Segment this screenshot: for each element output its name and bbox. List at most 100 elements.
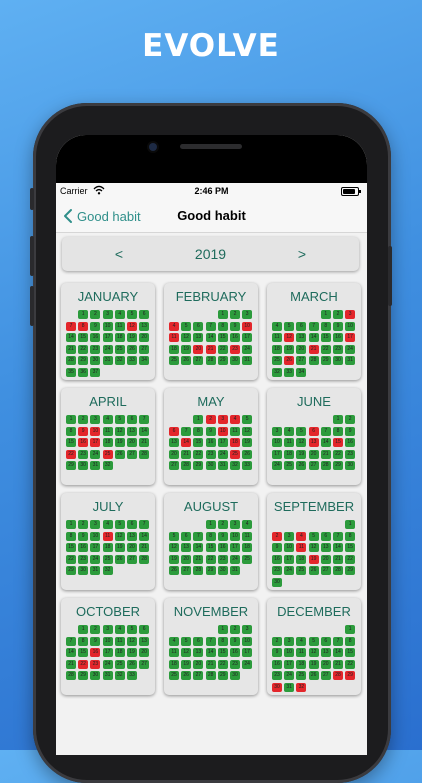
day-cell[interactable]: 7: [333, 636, 343, 646]
day-cell[interactable]: 32: [102, 461, 113, 470]
day-cell[interactable]: 10: [90, 531, 101, 541]
day-cell[interactable]: 15: [345, 648, 356, 657]
day-cell[interactable]: 15: [320, 333, 331, 342]
day-cell[interactable]: 21: [308, 344, 319, 354]
day-cell[interactable]: 4: [102, 520, 113, 529]
day-cell[interactable]: 18: [169, 344, 179, 354]
day-cell[interactable]: 35: [66, 367, 76, 377]
day-cell[interactable]: 16: [78, 543, 89, 552]
day-cell[interactable]: 23: [90, 344, 101, 354]
day-cell[interactable]: 3: [284, 531, 295, 541]
day-cell[interactable]: 24: [284, 566, 295, 575]
day-cell[interactable]: 5: [169, 531, 179, 541]
day-cell[interactable]: 9: [272, 648, 282, 657]
day-cell[interactable]: 7: [139, 415, 150, 424]
day-cell[interactable]: 4: [296, 531, 307, 541]
day-cell[interactable]: 5: [296, 426, 307, 436]
day-cell[interactable]: 25: [114, 659, 125, 669]
day-cell[interactable]: 23: [230, 659, 240, 669]
day-cell[interactable]: 15: [78, 333, 89, 342]
day-cell[interactable]: 14: [333, 543, 343, 552]
day-cell[interactable]: 27: [139, 659, 150, 669]
day-cell[interactable]: 1: [66, 415, 76, 424]
day-cell[interactable]: 25: [230, 449, 240, 459]
day-cell[interactable]: 33: [127, 671, 137, 680]
day-cell[interactable]: 23: [78, 449, 89, 459]
day-cell[interactable]: 15: [78, 648, 89, 657]
day-cell[interactable]: 2: [78, 520, 89, 529]
day-cell[interactable]: 29: [193, 461, 204, 470]
day-cell[interactable]: 17: [102, 333, 113, 342]
month-card-february[interactable]: FEBRUARY 1 2 3 4 5 6 7 8 9 10 11 12 13 14 15 16 17 18 19 20 2…: [164, 283, 258, 380]
day-cell[interactable]: 29: [66, 461, 76, 470]
day-cell[interactable]: 20: [139, 333, 150, 342]
day-cell[interactable]: 13: [193, 648, 204, 657]
day-cell[interactable]: 26: [242, 449, 253, 459]
day-cell[interactable]: 18: [102, 438, 113, 447]
day-cell[interactable]: 16: [78, 438, 89, 447]
day-cell[interactable]: 16: [90, 333, 101, 342]
day-cell[interactable]: 22: [193, 449, 204, 459]
day-cell[interactable]: 1: [66, 520, 76, 529]
day-cell[interactable]: 24: [345, 344, 356, 354]
day-cell[interactable]: 16: [230, 333, 240, 342]
day-cell[interactable]: 17: [284, 554, 295, 564]
day-cell[interactable]: 10: [284, 648, 295, 657]
day-cell[interactable]: 12: [127, 321, 137, 331]
day-cell[interactable]: 12: [284, 333, 295, 342]
day-cell[interactable]: 4: [102, 415, 113, 424]
day-cell[interactable]: 13: [139, 321, 150, 331]
day-cell[interactable]: 21: [181, 449, 192, 459]
day-cell[interactable]: 7: [308, 321, 319, 331]
day-cell[interactable]: 23: [205, 449, 216, 459]
day-cell[interactable]: 5: [181, 636, 192, 646]
day-cell[interactable]: 17: [90, 438, 101, 447]
day-cell[interactable]: 7: [66, 321, 76, 331]
day-cell[interactable]: 16: [272, 659, 282, 669]
day-cell[interactable]: 32: [102, 566, 113, 575]
day-cell[interactable]: 10: [102, 321, 113, 331]
day-cell[interactable]: 19: [127, 333, 137, 342]
day-cell[interactable]: 30: [90, 356, 101, 365]
day-cell[interactable]: 19: [296, 449, 307, 459]
day-cell[interactable]: 2: [205, 415, 216, 424]
day-cell[interactable]: 26: [127, 659, 137, 669]
day-cell[interactable]: 11: [169, 333, 179, 342]
day-cell[interactable]: 13: [181, 543, 192, 552]
day-cell[interactable]: 4: [284, 426, 295, 436]
day-cell[interactable]: 29: [217, 671, 228, 680]
day-cell[interactable]: 6: [139, 625, 150, 634]
day-cell[interactable]: 14: [205, 648, 216, 657]
day-cell[interactable]: 1: [78, 625, 89, 634]
day-cell[interactable]: 20: [181, 554, 192, 564]
day-cell[interactable]: 19: [242, 438, 253, 447]
day-cell[interactable]: 25: [169, 671, 179, 680]
day-cell[interactable]: 7: [139, 520, 150, 529]
day-cell[interactable]: 15: [345, 543, 356, 552]
day-cell[interactable]: 24: [272, 461, 282, 470]
day-cell[interactable]: 12: [114, 531, 125, 541]
day-cell[interactable]: 13: [139, 636, 150, 646]
day-cell[interactable]: 23: [217, 554, 228, 564]
day-cell[interactable]: 27: [127, 554, 137, 564]
day-cell[interactable]: 11: [230, 426, 240, 436]
day-cell[interactable]: 9: [272, 543, 282, 552]
day-cell[interactable]: 36: [78, 367, 89, 377]
day-cell[interactable]: 30: [272, 577, 282, 587]
day-cell[interactable]: 11: [102, 531, 113, 541]
day-cell[interactable]: 2: [90, 310, 101, 319]
day-cell[interactable]: 5: [242, 415, 253, 424]
day-cell[interactable]: 12: [169, 543, 179, 552]
day-cell[interactable]: 9: [217, 531, 228, 541]
day-cell[interactable]: 6: [320, 636, 331, 646]
day-cell[interactable]: 27: [127, 449, 137, 459]
day-cell[interactable]: 13: [308, 438, 319, 447]
day-cell[interactable]: 4: [114, 310, 125, 319]
day-cell[interactable]: 23: [90, 659, 101, 669]
day-cell[interactable]: 9: [90, 321, 101, 331]
day-cell[interactable]: 1: [217, 625, 228, 634]
day-cell[interactable]: 31: [90, 566, 101, 575]
day-cell[interactable]: 23: [272, 566, 282, 575]
day-cell[interactable]: 18: [102, 543, 113, 552]
day-cell[interactable]: 1: [320, 310, 331, 319]
